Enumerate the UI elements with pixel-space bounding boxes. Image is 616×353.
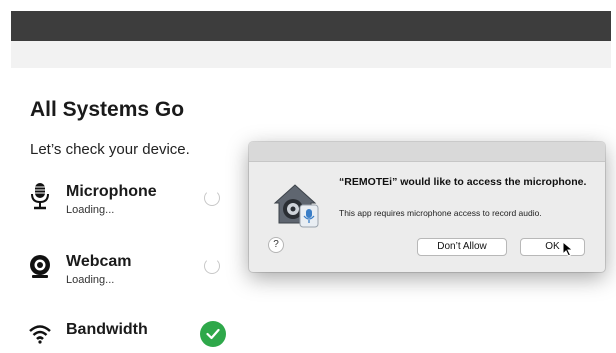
loading-spinner-icon — [204, 258, 220, 274]
dont-allow-button[interactable]: Don’t Allow — [417, 238, 507, 256]
dialog-message: This app requires microphone access to r… — [339, 208, 542, 218]
loading-spinner-icon — [204, 190, 220, 206]
sub-header-bar — [11, 41, 611, 68]
page-title: All Systems Go — [30, 98, 185, 121]
check-status-microphone: Loading... — [66, 204, 115, 216]
check-status-webcam: Loading... — [66, 274, 115, 286]
help-button[interactable]: ? — [268, 237, 284, 253]
check-name-webcam: Webcam — [66, 253, 132, 270]
mouse-pointer-icon — [562, 240, 574, 257]
dialog-titlebar[interactable] — [249, 142, 605, 162]
page-subtitle: Let’s check your device. — [30, 141, 190, 158]
ok-button[interactable]: OK — [520, 238, 585, 256]
system-preferences-mic-icon — [271, 179, 323, 231]
dialog-heading: “REMOTEi” would like to access the micro… — [339, 176, 587, 188]
wifi-icon — [26, 320, 54, 348]
check-row-microphone: Microphone Loading... — [26, 182, 157, 216]
check-row-bandwidth: Bandwidth — [26, 320, 148, 348]
check-complete-icon — [200, 321, 226, 347]
check-name-microphone: Microphone — [66, 183, 157, 200]
check-name-bandwidth: Bandwidth — [66, 321, 148, 338]
check-row-webcam: Webcam Loading... — [26, 252, 132, 286]
microphone-permission-dialog: “REMOTEi” would like to access the micro… — [249, 142, 605, 272]
microphone-icon — [26, 182, 54, 210]
top-header-bar — [11, 11, 611, 41]
webcam-icon — [26, 252, 54, 280]
